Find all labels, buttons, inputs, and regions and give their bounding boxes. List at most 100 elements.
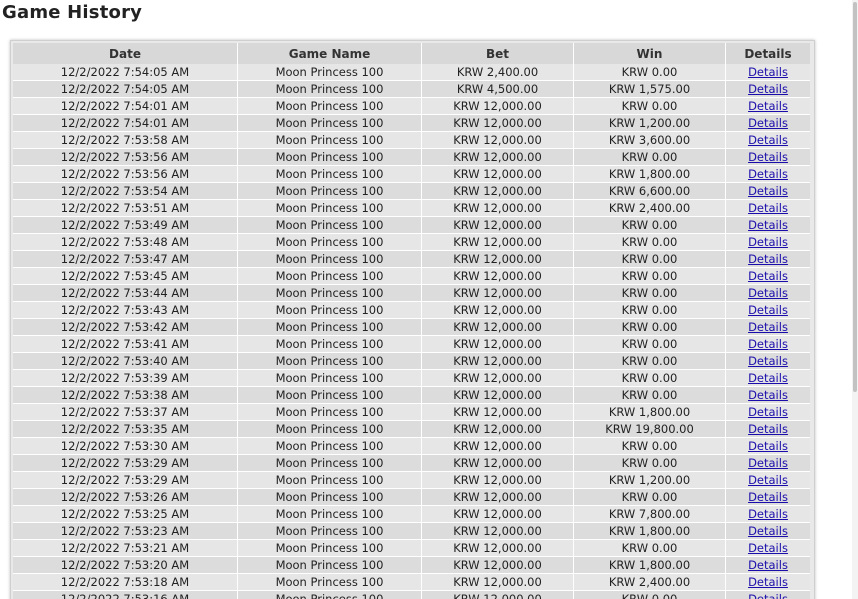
details-link[interactable]: Details	[748, 303, 788, 317]
cell-game-name: Moon Princess 100	[238, 81, 422, 98]
cell-details: Details	[726, 455, 810, 472]
details-link[interactable]: Details	[748, 269, 788, 283]
cell-date: 12/2/2022 7:54:05 AM	[13, 81, 238, 98]
cell-win: KRW 0.00	[574, 438, 726, 455]
details-link[interactable]: Details	[748, 473, 788, 487]
details-link[interactable]: Details	[748, 99, 788, 113]
cell-win: KRW 1,800.00	[574, 523, 726, 540]
cell-win: KRW 2,400.00	[574, 574, 726, 591]
table-row: 12/2/2022 7:54:05 AM Moon Princess 100 KRW…	[13, 64, 810, 81]
cell-details: Details	[726, 285, 810, 302]
cell-date: 12/2/2022 7:53:21 AM	[13, 540, 238, 557]
table-row: 12/2/2022 7:53:40 AM Moon Princess 100 KRW…	[13, 353, 810, 370]
cell-bet: KRW 12,000.00	[422, 506, 574, 523]
table-row: 12/2/2022 7:53:29 AM Moon Princess 100 KRW…	[13, 472, 810, 489]
column-header-bet[interactable]: Bet	[422, 43, 574, 64]
details-link[interactable]: Details	[748, 490, 788, 504]
column-header-game-name[interactable]: Game Name	[238, 43, 422, 64]
table-row: 12/2/2022 7:54:05 AM Moon Princess 100 KRW…	[13, 81, 810, 98]
cell-bet: KRW 12,000.00	[422, 370, 574, 387]
table-row: 12/2/2022 7:54:01 AM Moon Princess 100 KRW…	[13, 98, 810, 115]
cell-date: 12/2/2022 7:53:29 AM	[13, 472, 238, 489]
details-link[interactable]: Details	[748, 592, 788, 599]
details-link[interactable]: Details	[748, 320, 788, 334]
details-link[interactable]: Details	[748, 405, 788, 419]
cell-date: 12/2/2022 7:53:48 AM	[13, 234, 238, 251]
cell-game-name: Moon Princess 100	[238, 98, 422, 115]
cell-details: Details	[726, 98, 810, 115]
cell-bet: KRW 12,000.00	[422, 336, 574, 353]
cell-details: Details	[726, 523, 810, 540]
cell-details: Details	[726, 302, 810, 319]
cell-bet: KRW 12,000.00	[422, 421, 574, 438]
cell-details: Details	[726, 370, 810, 387]
table-row: 12/2/2022 7:53:48 AM Moon Princess 100 KRW…	[13, 234, 810, 251]
cell-win: KRW 0.00	[574, 302, 726, 319]
cell-win: KRW 0.00	[574, 234, 726, 251]
details-link[interactable]: Details	[748, 65, 788, 79]
cell-bet: KRW 4,500.00	[422, 81, 574, 98]
details-link[interactable]: Details	[748, 286, 788, 300]
details-link[interactable]: Details	[748, 82, 788, 96]
details-link[interactable]: Details	[748, 456, 788, 470]
cell-game-name: Moon Princess 100	[238, 506, 422, 523]
page-title: Game History	[2, 2, 143, 23]
details-link[interactable]: Details	[748, 354, 788, 368]
details-link[interactable]: Details	[748, 218, 788, 232]
cell-details: Details	[726, 336, 810, 353]
details-link[interactable]: Details	[748, 541, 788, 555]
details-link[interactable]: Details	[748, 201, 788, 215]
scrollbar-thumb[interactable]	[853, 2, 857, 392]
cell-game-name: Moon Princess 100	[238, 251, 422, 268]
details-link[interactable]: Details	[748, 133, 788, 147]
cell-win: KRW 0.00	[574, 98, 726, 115]
table-row: 12/2/2022 7:53:20 AM Moon Princess 100 KRW…	[13, 557, 810, 574]
details-link[interactable]: Details	[748, 575, 788, 589]
column-header-details[interactable]: Details	[726, 43, 810, 64]
details-link[interactable]: Details	[748, 439, 788, 453]
details-link[interactable]: Details	[748, 167, 788, 181]
table-row: 12/2/2022 7:53:54 AM Moon Princess 100 KRW…	[13, 183, 810, 200]
details-link[interactable]: Details	[748, 558, 788, 572]
cell-game-name: Moon Princess 100	[238, 472, 422, 489]
cell-game-name: Moon Princess 100	[238, 404, 422, 421]
page-scrollbar[interactable]	[852, 0, 858, 599]
cell-game-name: Moon Princess 100	[238, 217, 422, 234]
cell-details: Details	[726, 132, 810, 149]
cell-win: KRW 1,800.00	[574, 557, 726, 574]
cell-date: 12/2/2022 7:53:40 AM	[13, 353, 238, 370]
cell-bet: KRW 12,000.00	[422, 98, 574, 115]
cell-details: Details	[726, 115, 810, 132]
details-link[interactable]: Details	[748, 150, 788, 164]
details-link[interactable]: Details	[748, 507, 788, 521]
details-link[interactable]: Details	[748, 371, 788, 385]
cell-date: 12/2/2022 7:53:26 AM	[13, 489, 238, 506]
details-link[interactable]: Details	[748, 252, 788, 266]
column-header-date[interactable]: Date	[13, 43, 238, 64]
cell-bet: KRW 12,000.00	[422, 234, 574, 251]
cell-date: 12/2/2022 7:54:01 AM	[13, 115, 238, 132]
cell-bet: KRW 12,000.00	[422, 132, 574, 149]
details-link[interactable]: Details	[748, 337, 788, 351]
cell-win: KRW 3,600.00	[574, 132, 726, 149]
cell-game-name: Moon Princess 100	[238, 115, 422, 132]
history-table-container: Date Game Name Bet Win Details 12/2/2022…	[10, 40, 815, 599]
history-table: Date Game Name Bet Win Details 12/2/2022…	[13, 43, 810, 599]
details-link[interactable]: Details	[748, 235, 788, 249]
cell-details: Details	[726, 557, 810, 574]
table-row: 12/2/2022 7:53:58 AM Moon Princess 100 KRW…	[13, 132, 810, 149]
cell-details: Details	[726, 574, 810, 591]
column-header-win[interactable]: Win	[574, 43, 726, 64]
cell-game-name: Moon Princess 100	[238, 285, 422, 302]
cell-win: KRW 0.00	[574, 370, 726, 387]
table-row: 12/2/2022 7:53:23 AM Moon Princess 100 KRW…	[13, 523, 810, 540]
cell-game-name: Moon Princess 100	[238, 387, 422, 404]
details-link[interactable]: Details	[748, 388, 788, 402]
details-link[interactable]: Details	[748, 524, 788, 538]
game-history-page: Game History Date Game Name Bet Win Deta…	[0, 0, 858, 599]
cell-date: 12/2/2022 7:53:29 AM	[13, 455, 238, 472]
details-link[interactable]: Details	[748, 116, 788, 130]
details-link[interactable]: Details	[748, 184, 788, 198]
cell-bet: KRW 12,000.00	[422, 489, 574, 506]
details-link[interactable]: Details	[748, 422, 788, 436]
